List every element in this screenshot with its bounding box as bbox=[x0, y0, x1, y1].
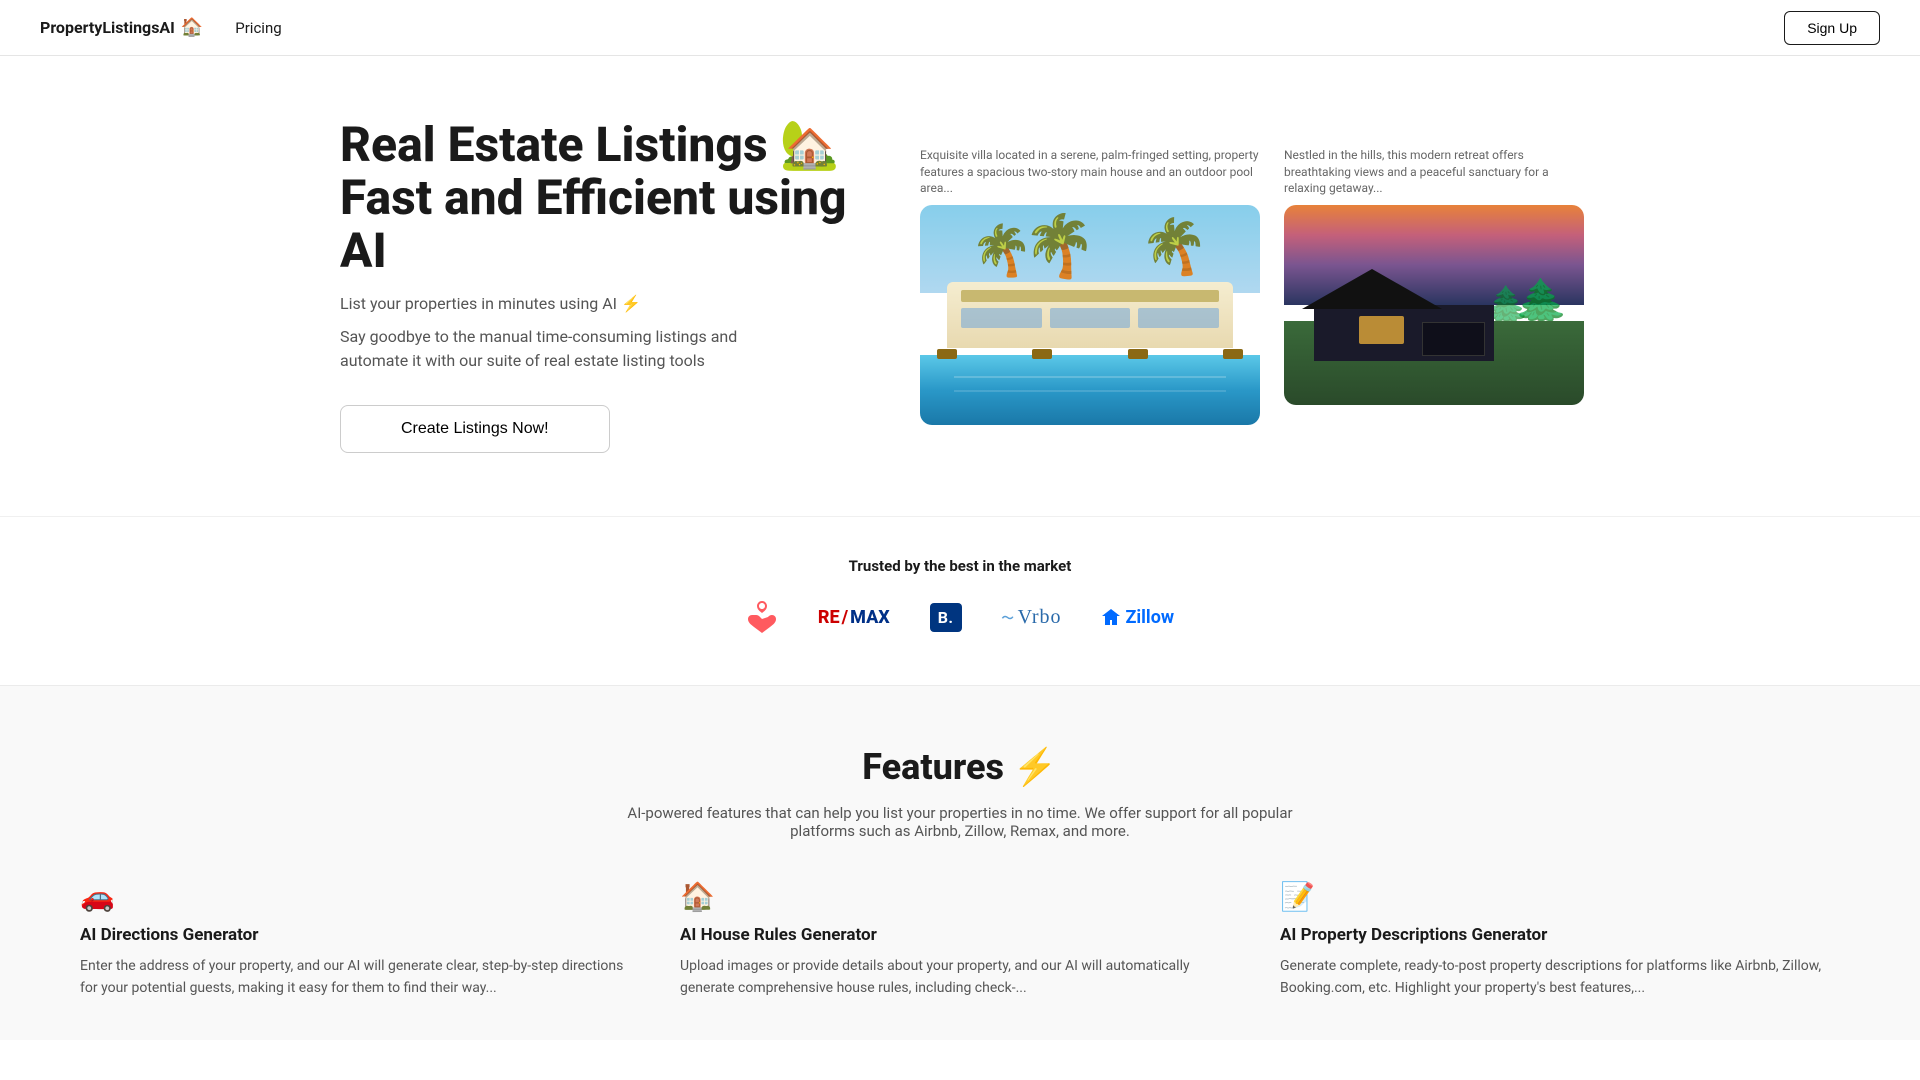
windows-row bbox=[961, 308, 1218, 328]
building bbox=[947, 282, 1233, 348]
brand-vrbo: 〜 Vrbo bbox=[1002, 606, 1062, 629]
cabin-column: Nestled in the hills, this modern retrea… bbox=[1284, 147, 1584, 405]
palm2: 🌴 bbox=[1019, 206, 1100, 283]
descriptions-icon: 📝 bbox=[1280, 880, 1840, 913]
chairs bbox=[937, 342, 1243, 360]
cabin-roof bbox=[1302, 269, 1442, 309]
villa-scene: 🌴 🌴 🌴 bbox=[920, 205, 1260, 425]
features-header: Features ⚡ AI-powered features that can … bbox=[80, 746, 1840, 840]
brand-booking: B. bbox=[930, 603, 962, 632]
cabin-window bbox=[1359, 316, 1404, 344]
feature-rules: 🏠 AI House Rules Generator Upload images… bbox=[680, 880, 1240, 1000]
nav-left: PropertyListingsAI 🏠 Pricing bbox=[40, 17, 282, 38]
hero-section: Real Estate Listings 🏡 Fast and Efficien… bbox=[260, 56, 1660, 516]
cabin-image: 🌲 🌲 bbox=[1284, 205, 1584, 405]
navbar: PropertyListingsAI 🏠 Pricing Sign Up bbox=[0, 0, 1920, 56]
brand-name: PropertyListingsAI bbox=[40, 18, 175, 37]
images-grid: Exquisite villa located in a serene, pal… bbox=[920, 147, 1584, 425]
directions-desc: Enter the address of your property, and … bbox=[80, 955, 640, 1000]
garage bbox=[1422, 322, 1485, 356]
pricing-link[interactable]: Pricing bbox=[235, 19, 281, 37]
hero-description: Say goodbye to the manual time-consuming… bbox=[340, 325, 800, 373]
brand-logo[interactable]: PropertyListingsAI 🏠 bbox=[40, 17, 203, 38]
features-title: Features ⚡ bbox=[80, 746, 1840, 788]
cta-button[interactable]: Create Listings Now! bbox=[340, 405, 610, 453]
directions-icon: 🚗 bbox=[80, 880, 640, 913]
cabin-scene: 🌲 🌲 bbox=[1284, 205, 1584, 405]
features-subtitle: AI-powered features that can help you li… bbox=[610, 804, 1310, 840]
directions-title: AI Directions Generator bbox=[80, 925, 640, 945]
villa-image: 🌴 🌴 🌴 bbox=[920, 205, 1260, 425]
features-grid: 🚗 AI Directions Generator Enter the addr… bbox=[80, 880, 1840, 1000]
rules-title: AI House Rules Generator bbox=[680, 925, 1240, 945]
brand-zillow: Zillow bbox=[1101, 607, 1174, 628]
zillow-icon bbox=[1101, 607, 1121, 627]
descriptions-title: AI Property Descriptions Generator bbox=[1280, 925, 1840, 945]
palm3: 🌴 bbox=[1136, 212, 1213, 285]
trusted-section: Trusted by the best in the market RE / M… bbox=[0, 516, 1920, 685]
feature-directions: 🚗 AI Directions Generator Enter the addr… bbox=[80, 880, 640, 1000]
rules-icon: 🏠 bbox=[680, 880, 1240, 913]
roof-detail bbox=[961, 290, 1218, 302]
brands-row: RE / MAX B. 〜 Vrbo Zillow bbox=[40, 599, 1880, 635]
hero-subtitle: List your properties in minutes using AI… bbox=[340, 294, 860, 313]
villa-caption: Exquisite villa located in a serene, pal… bbox=[920, 147, 1260, 197]
hero-content: Real Estate Listings 🏡 Fast and Efficien… bbox=[340, 119, 860, 452]
features-section: Features ⚡ AI-powered features that can … bbox=[0, 685, 1920, 1040]
descriptions-desc: Generate complete, ready-to-post propert… bbox=[1280, 955, 1840, 1000]
trusted-title: Trusted by the best in the market bbox=[40, 557, 1880, 575]
brand-airbnb bbox=[746, 599, 778, 635]
brand-remax: RE / MAX bbox=[818, 607, 890, 628]
cabin-caption: Nestled in the hills, this modern retrea… bbox=[1284, 147, 1584, 197]
airbnb-icon bbox=[746, 599, 778, 635]
signup-button[interactable]: Sign Up bbox=[1784, 11, 1880, 45]
pool bbox=[920, 355, 1260, 425]
hero-title: Real Estate Listings 🏡 Fast and Efficien… bbox=[340, 119, 860, 277]
cabin-body bbox=[1314, 305, 1494, 361]
villa-column: Exquisite villa located in a serene, pal… bbox=[920, 147, 1260, 425]
home-icon: 🏠 bbox=[181, 17, 203, 38]
feature-descriptions: 📝 AI Property Descriptions Generator Gen… bbox=[1280, 880, 1840, 1000]
rules-desc: Upload images or provide details about y… bbox=[680, 955, 1240, 1000]
hero-images: Exquisite villa located in a serene, pal… bbox=[860, 147, 1584, 425]
